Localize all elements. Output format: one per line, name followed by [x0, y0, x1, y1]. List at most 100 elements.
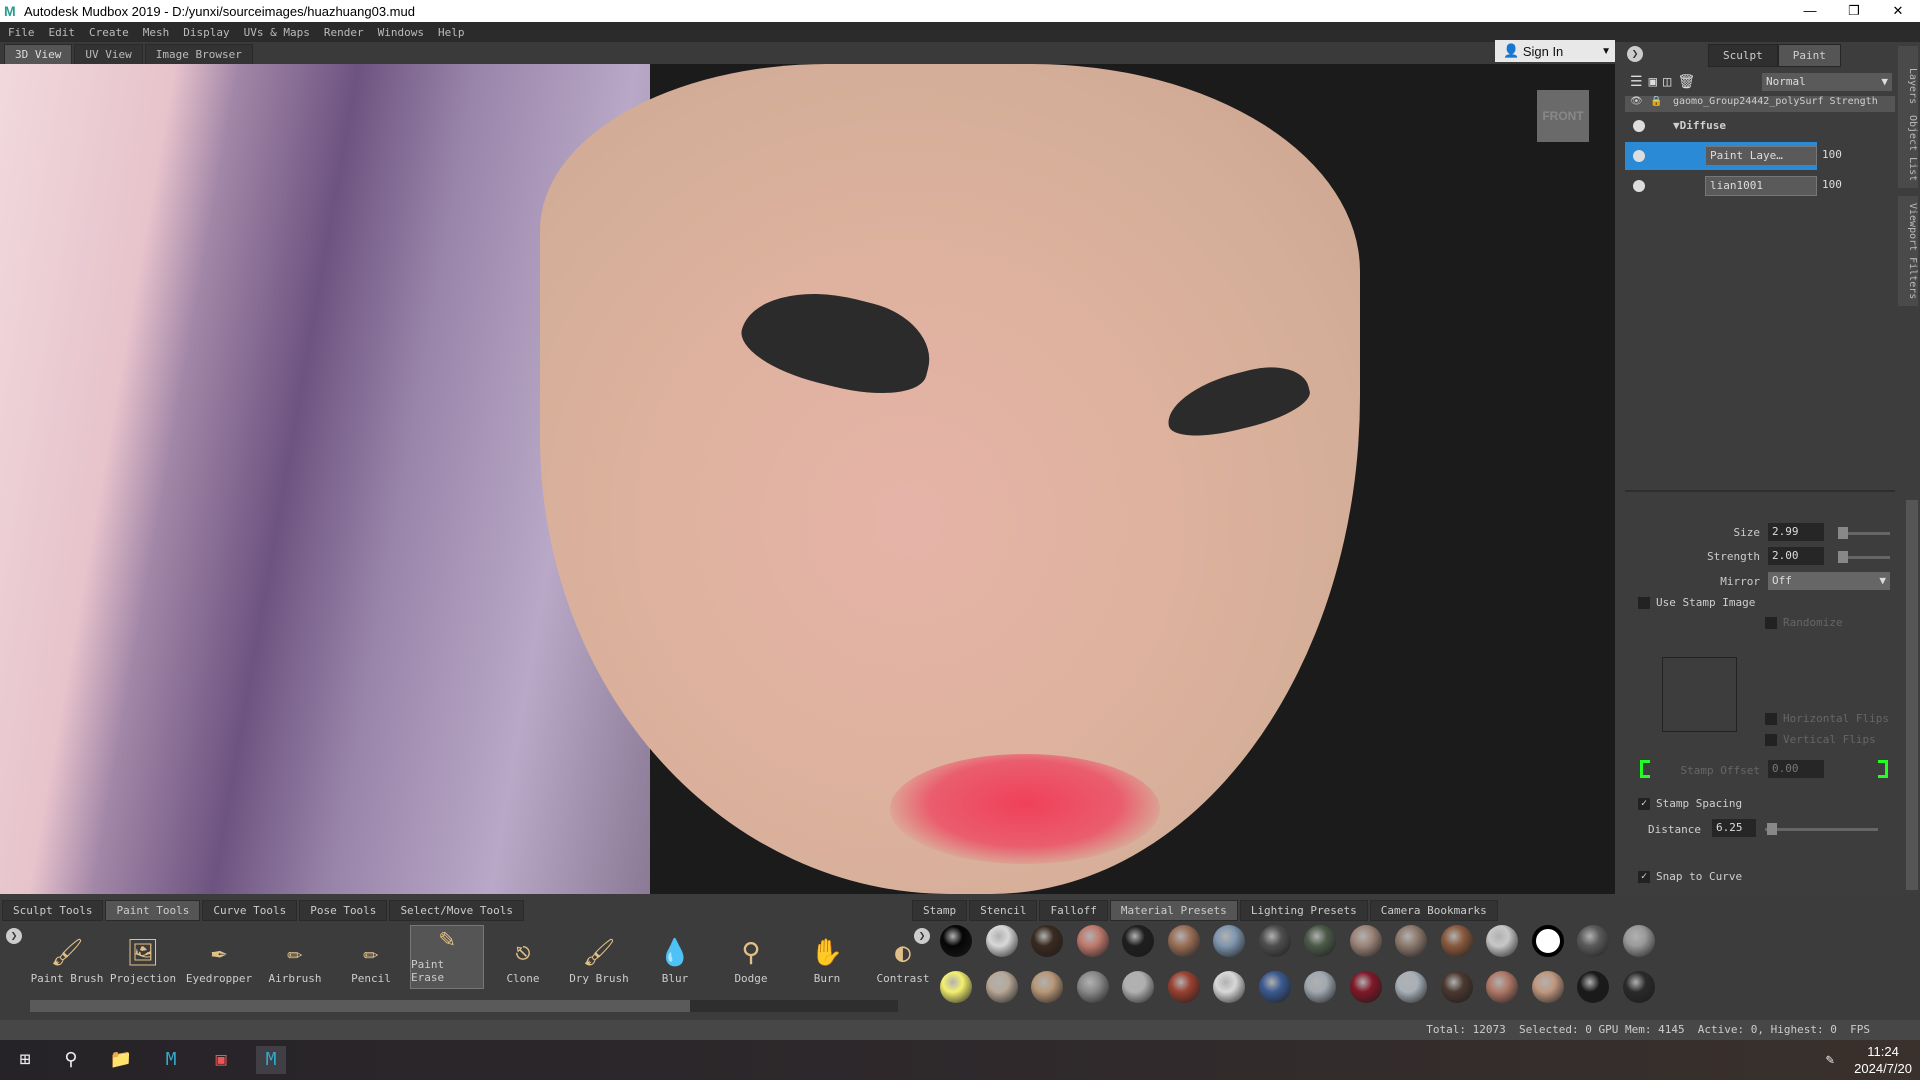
close-button[interactable]: ✕: [1876, 0, 1920, 22]
folder-icon[interactable]: ◫: [1663, 74, 1677, 90]
search-icon[interactable]: ⚲: [56, 1046, 86, 1074]
panel-divider[interactable]: [1625, 490, 1895, 492]
layer-name[interactable]: Paint Laye…: [1705, 146, 1817, 166]
pen-icon[interactable]: ✎: [1815, 1046, 1845, 1074]
scrollbar-thumb[interactable]: [30, 1000, 690, 1012]
material-preset[interactable]: [1440, 971, 1473, 1003]
expand-tools-icon[interactable]: ❯: [6, 928, 22, 944]
menu-create[interactable]: Create: [89, 26, 129, 39]
mudbox-taskbar-icon[interactable]: M: [156, 1046, 186, 1074]
viewcube[interactable]: FRONT: [1537, 90, 1589, 142]
material-preset[interactable]: [1304, 971, 1336, 1003]
camera-icon[interactable]: ▣: [1649, 74, 1663, 90]
material-preset[interactable]: [1304, 925, 1336, 957]
tab-camera-bookmarks[interactable]: Camera Bookmarks: [1369, 900, 1498, 921]
office-icon[interactable]: ▣: [206, 1046, 236, 1074]
layers-icon[interactable]: ☰: [1630, 74, 1649, 90]
material-preset[interactable]: [1122, 971, 1154, 1003]
material-preset[interactable]: [940, 925, 972, 957]
tab-paint[interactable]: Paint: [1777, 44, 1841, 67]
material-preset[interactable]: [940, 971, 972, 1003]
tab-select-move-tools[interactable]: Select/Move Tools: [389, 900, 525, 921]
tool-paint-erase[interactable]: ✎ Paint Erase: [410, 924, 484, 989]
restore-button[interactable]: ❐: [1832, 0, 1876, 22]
distance-field[interactable]: 6.25: [1712, 819, 1756, 837]
layer-group-diffuse[interactable]: ▼Diffuse: [1625, 112, 1895, 140]
tab-falloff[interactable]: Falloff: [1039, 900, 1108, 921]
tool-clone[interactable]: ⎋ Clone: [486, 925, 560, 989]
panel-scrollbar[interactable]: [1906, 500, 1918, 890]
menu-file[interactable]: File: [8, 26, 35, 39]
material-preset[interactable]: [1167, 925, 1200, 957]
sign-in-button[interactable]: 👤 Sign In ▼: [1495, 40, 1615, 62]
material-preset[interactable]: [1076, 971, 1109, 1003]
material-preset[interactable]: [1258, 925, 1291, 957]
tools-scrollbar[interactable]: [30, 1000, 898, 1012]
material-preset[interactable]: [1577, 971, 1609, 1003]
blend-mode-dropdown[interactable]: Normal ▼: [1762, 73, 1892, 91]
horizontal-flips-checkbox[interactable]: Horizontal Flips: [1765, 712, 1889, 725]
vertical-flips-checkbox[interactable]: Vertical Flips: [1765, 733, 1876, 746]
tab-paint-tools[interactable]: Paint Tools: [105, 900, 201, 921]
material-preset[interactable]: [1395, 925, 1427, 957]
menu-windows[interactable]: Windows: [378, 26, 424, 39]
visibility-dot[interactable]: [1633, 180, 1645, 192]
tab-image-browser[interactable]: Image Browser: [144, 44, 253, 64]
material-preset[interactable]: [1167, 971, 1200, 1003]
stamp-preview[interactable]: [1662, 657, 1737, 732]
tool-eyedropper[interactable]: ✒ Eyedropper: [182, 925, 256, 989]
menu-edit[interactable]: Edit: [49, 26, 76, 39]
strength-field[interactable]: 2.00: [1768, 547, 1824, 565]
stamp-spacing-checkbox[interactable]: ✓ Stamp Spacing: [1638, 797, 1742, 810]
mudbox-active-taskbar-icon[interactable]: M: [256, 1046, 286, 1074]
tab-stamp[interactable]: Stamp: [912, 900, 968, 921]
material-preset[interactable]: [1440, 925, 1473, 957]
mirror-dropdown[interactable]: Off ▼: [1768, 572, 1890, 590]
material-preset[interactable]: [1258, 971, 1291, 1003]
material-preset[interactable]: [1486, 925, 1518, 957]
size-slider-handle[interactable]: [1838, 527, 1848, 539]
tab-material-presets[interactable]: Material Presets: [1109, 900, 1238, 921]
material-preset[interactable]: [1531, 925, 1564, 957]
material-preset[interactable]: [1622, 971, 1655, 1003]
tool-pencil[interactable]: ✏ Pencil: [334, 925, 408, 989]
material-preset[interactable]: [1349, 971, 1382, 1003]
expand-icon[interactable]: ❯: [1627, 46, 1643, 62]
menu-mesh[interactable]: Mesh: [143, 26, 170, 39]
material-preset[interactable]: [1622, 925, 1655, 957]
tab-sculpt-tools[interactable]: Sculpt Tools: [2, 900, 104, 921]
menu-uvs-maps[interactable]: UVs & Maps: [244, 26, 310, 39]
tool-dodge[interactable]: ⚲ Dodge: [714, 925, 788, 989]
randomize-checkbox[interactable]: Randomize: [1765, 616, 1843, 629]
material-preset[interactable]: [1531, 971, 1564, 1003]
minimize-button[interactable]: —: [1788, 0, 1832, 22]
tool-burn[interactable]: ✋ Burn: [790, 925, 864, 989]
tab-curve-tools[interactable]: Curve Tools: [202, 900, 298, 921]
tab-lighting-presets[interactable]: Lighting Presets: [1239, 900, 1368, 921]
tool-airbrush[interactable]: ✏ Airbrush: [258, 925, 332, 989]
material-preset[interactable]: [985, 971, 1018, 1003]
visibility-dot[interactable]: [1633, 120, 1645, 132]
layer-row[interactable]: lian1001 100: [1625, 172, 1895, 200]
use-stamp-checkbox[interactable]: Use Stamp Image: [1638, 596, 1755, 609]
trash-icon[interactable]: 🗑: [1677, 74, 1701, 90]
system-clock[interactable]: 11:24 2024/7/20: [1854, 1043, 1912, 1077]
side-tab-object-list[interactable]: Object List: [1898, 108, 1918, 188]
lock-icon[interactable]: 🔒: [1650, 96, 1662, 107]
expand-presets-icon[interactable]: ❯: [914, 928, 930, 944]
distance-slider-handle[interactable]: [1767, 823, 1777, 835]
material-preset[interactable]: [1122, 925, 1154, 957]
material-preset[interactable]: [1213, 925, 1245, 957]
material-preset[interactable]: [1395, 971, 1427, 1003]
snap-to-curve-checkbox[interactable]: ✓ Snap to Curve: [1638, 870, 1742, 883]
eye-icon[interactable]: 👁: [1630, 96, 1643, 107]
tool-dry-brush[interactable]: 🖌 Dry Brush: [562, 925, 636, 989]
visibility-dot[interactable]: [1633, 150, 1645, 162]
material-preset[interactable]: [1486, 971, 1518, 1003]
material-preset[interactable]: [1213, 971, 1245, 1003]
size-field[interactable]: 2.99: [1768, 523, 1824, 541]
material-preset[interactable]: [985, 925, 1018, 957]
tab-stencil[interactable]: Stencil: [969, 900, 1038, 921]
distance-slider[interactable]: [1765, 828, 1878, 831]
layer-name[interactable]: lian1001: [1705, 176, 1817, 196]
